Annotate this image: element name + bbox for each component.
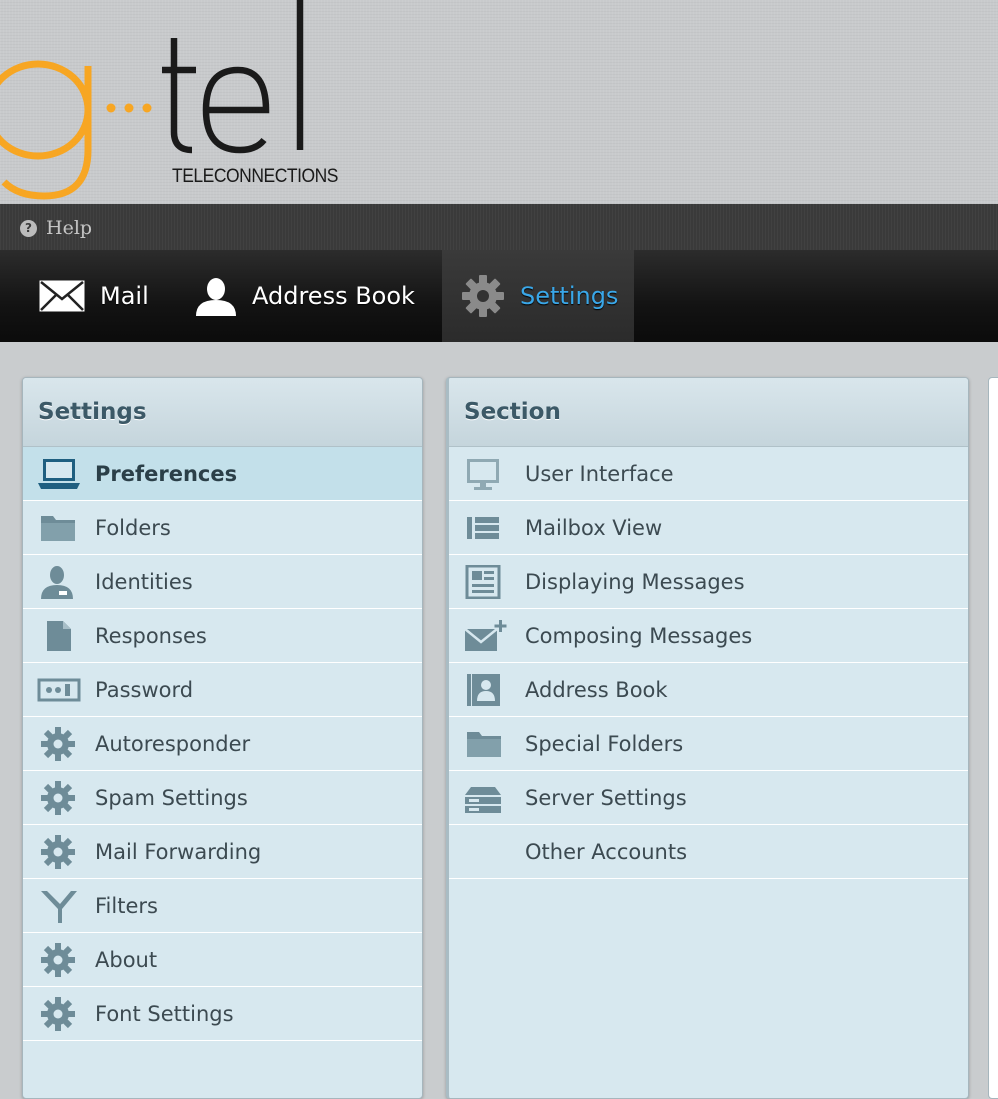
settings-item-mail-forwarding[interactable]: Mail Forwarding (23, 825, 422, 879)
section-item-label: Server Settings (525, 785, 687, 810)
message-view-icon (465, 565, 501, 599)
password-icon (37, 678, 81, 702)
content-panel-edge (988, 377, 998, 1099)
gear-icon (41, 781, 75, 815)
settings-item-label: Preferences (95, 461, 238, 486)
settings-item-folders[interactable]: Folders (23, 501, 422, 555)
settings-item-about[interactable]: About (23, 933, 422, 987)
settings-item-password[interactable]: Password (23, 663, 422, 717)
gear-icon (41, 727, 75, 761)
main-nav: Mail Address Book Settings (0, 250, 998, 342)
nav-settings-label: Settings (520, 282, 619, 310)
person-icon (41, 566, 73, 599)
laptop-icon (38, 459, 80, 489)
settings-item-preferences[interactable]: Preferences (23, 447, 422, 501)
section-item-user-interface[interactable]: User Interface (449, 447, 968, 501)
server-icon (465, 787, 501, 813)
settings-item-label: Autoresponder (95, 731, 251, 756)
settings-item-identities[interactable]: Identities (23, 555, 422, 609)
section-item-displaying-messages[interactable]: Displaying Messages (449, 555, 968, 609)
section-panel: Section User Interface Mailbox View Disp… (446, 377, 969, 1099)
section-item-label: Composing Messages (525, 623, 753, 648)
gear-icon (41, 997, 75, 1031)
settings-item-label: About (95, 947, 158, 972)
logo-subtitle: TELECONNECTIONS (172, 166, 338, 187)
settings-item-label: Responses (95, 623, 207, 648)
gear-icon (41, 943, 75, 977)
nav-address-book[interactable]: Address Book (194, 250, 415, 342)
help-bar: ? Help (0, 204, 998, 250)
settings-item-label: Spam Settings (95, 785, 248, 810)
envelope-icon (39, 280, 85, 312)
section-item-label: Mailbox View (525, 515, 663, 540)
section-panel-header: Section (449, 378, 968, 447)
section-item-label: User Interface (525, 461, 674, 486)
nav-address-book-label: Address Book (252, 282, 415, 310)
help-label: Help (46, 217, 93, 239)
section-panel-title: Section (464, 399, 561, 425)
section-item-address-book[interactable]: Address Book (449, 663, 968, 717)
section-item-label: Special Folders (525, 731, 684, 756)
section-item-mailbox-view[interactable]: Mailbox View (449, 501, 968, 555)
settings-item-label: Mail Forwarding (95, 839, 262, 864)
nav-mail-label: Mail (100, 282, 149, 310)
settings-panel-title: Settings (38, 399, 147, 425)
nav-mail[interactable]: Mail (38, 250, 149, 342)
settings-panel-header: Settings (23, 378, 422, 447)
gear-icon (41, 835, 75, 869)
filter-icon (41, 891, 77, 923)
document-icon (47, 621, 71, 651)
compose-icon (464, 620, 507, 651)
person-icon (196, 278, 236, 316)
settings-item-font-settings[interactable]: Font Settings (23, 987, 422, 1041)
settings-item-label: Filters (95, 893, 158, 918)
help-link[interactable]: ? Help (20, 217, 92, 239)
settings-item-label: Folders (95, 515, 171, 540)
question-circle-icon: ? (20, 219, 37, 237)
settings-item-filters[interactable]: Filters (23, 879, 422, 933)
section-item-other-accounts[interactable]: Other Accounts (449, 825, 968, 879)
section-item-label: Address Book (525, 677, 668, 702)
app-header: TELECONNECTIONS (0, 0, 998, 204)
section-item-server-settings[interactable]: Server Settings (449, 771, 968, 825)
gear-icon (462, 275, 504, 317)
settings-item-label: Identities (95, 569, 193, 594)
contact-card-icon (467, 674, 500, 706)
section-item-composing-messages[interactable]: Composing Messages (449, 609, 968, 663)
settings-item-autoresponder[interactable]: Autoresponder (23, 717, 422, 771)
settings-item-label: Password (95, 677, 194, 702)
settings-item-responses[interactable]: Responses (23, 609, 422, 663)
folder-icon (467, 732, 501, 757)
settings-item-spam-settings[interactable]: Spam Settings (23, 771, 422, 825)
list-icon (467, 517, 499, 539)
settings-panel: Settings Preferences Folders Identities … (22, 377, 423, 1099)
section-item-special-folders[interactable]: Special Folders (449, 717, 968, 771)
nav-settings[interactable]: Settings (442, 250, 634, 342)
section-item-label: Other Accounts (525, 839, 688, 864)
section-item-label: Displaying Messages (525, 569, 745, 594)
monitor-icon (467, 459, 499, 490)
folder-icon (41, 516, 75, 541)
settings-item-label: Font Settings (95, 1001, 234, 1026)
